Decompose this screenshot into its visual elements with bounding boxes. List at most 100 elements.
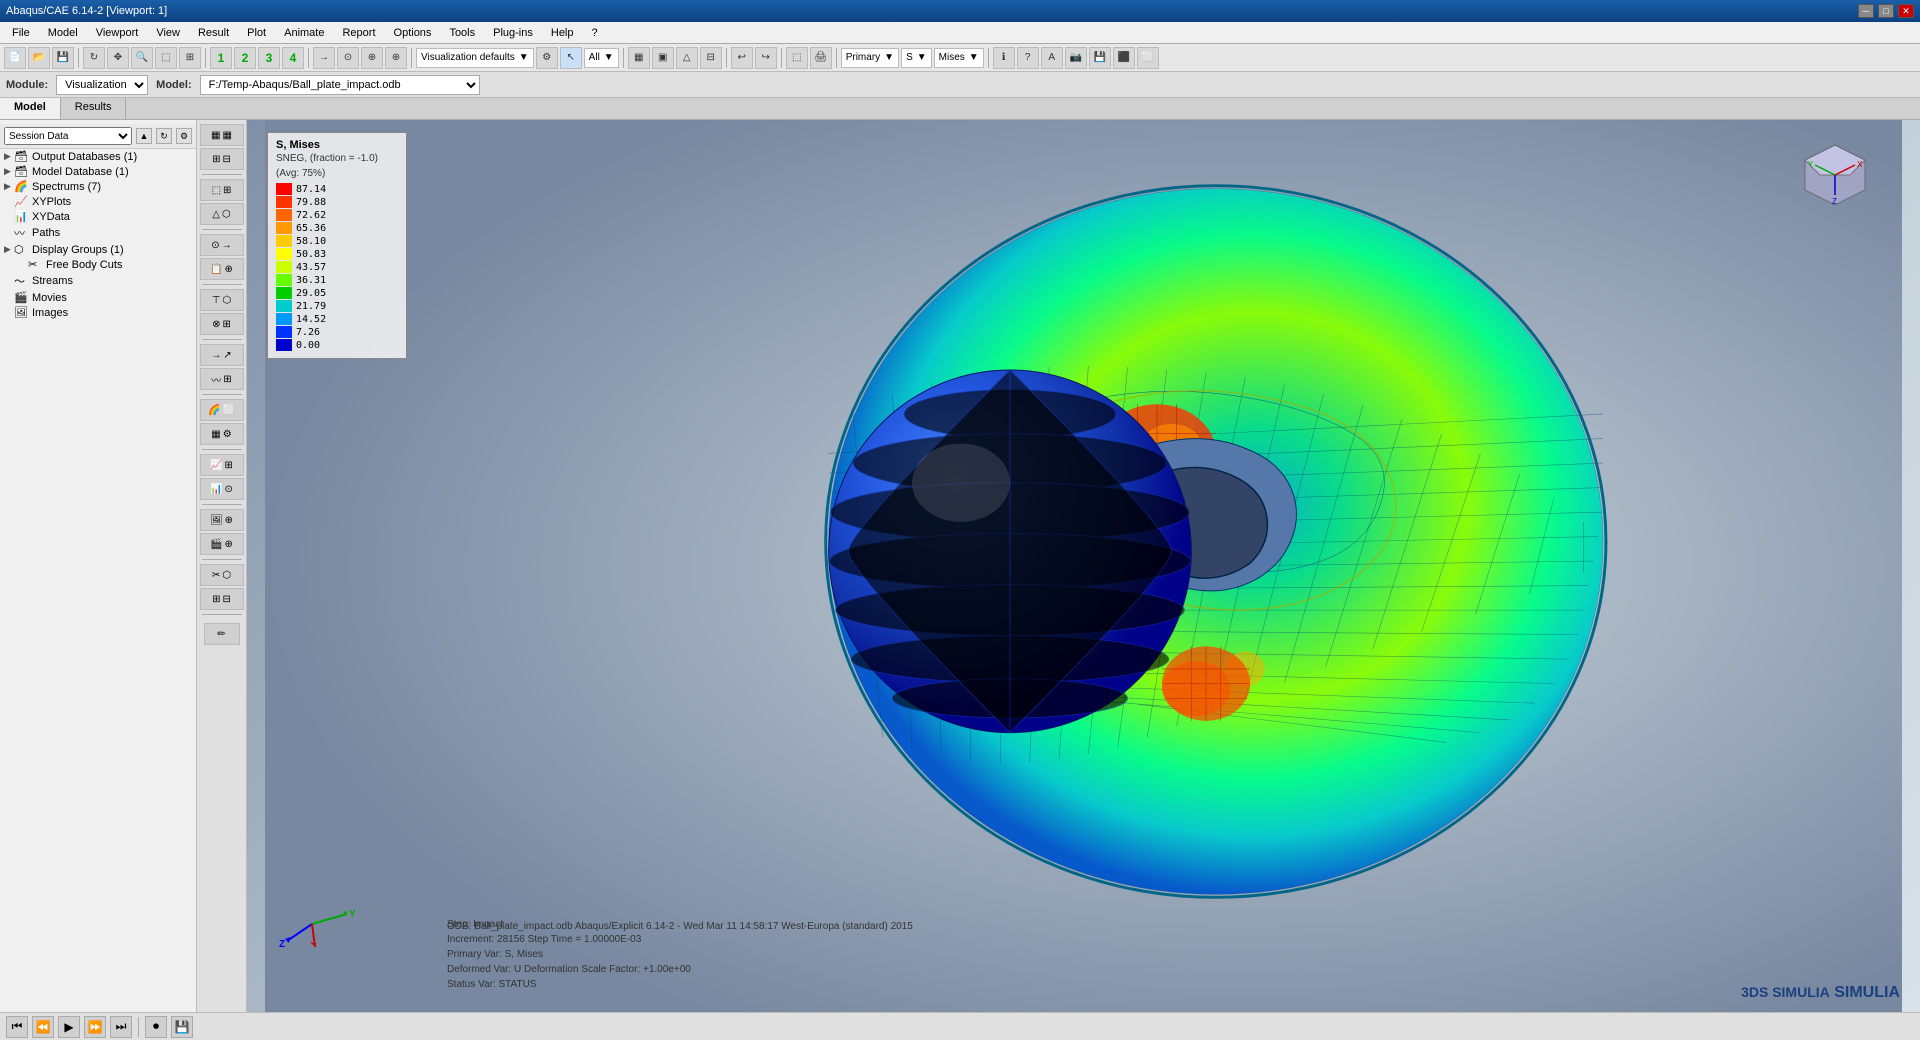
print-button[interactable]: 🖨: [810, 47, 832, 69]
tree-images[interactable]: 🖼 Images: [0, 305, 196, 320]
tree-spectrums[interactable]: ▶ 🌈 Spectrums (7): [0, 179, 196, 194]
deformed-button2[interactable]: △⬡: [200, 203, 244, 225]
query-button2[interactable]: 📋⊕: [200, 258, 244, 280]
menu-report[interactable]: Report: [334, 25, 383, 41]
contour1-button[interactable]: ▦: [628, 47, 650, 69]
menu-help[interactable]: Help: [543, 25, 582, 41]
path-button[interactable]: 〰⊞: [200, 368, 244, 390]
zoom-box-button[interactable]: ⬚: [155, 47, 177, 69]
minimize-button[interactable]: ─: [1858, 4, 1874, 18]
query-button[interactable]: ?: [1017, 47, 1039, 69]
visualization-defaults-dropdown[interactable]: Visualization defaults ▼: [416, 48, 534, 68]
icon-btn2[interactable]: ⬜: [1137, 47, 1159, 69]
mesh-plot-button[interactable]: ⬚⊞: [200, 179, 244, 201]
menu-result[interactable]: Result: [190, 25, 237, 41]
tree-display-groups[interactable]: ▶ ⬡ Display Groups (1): [0, 242, 196, 257]
all-dropdown[interactable]: All ▼: [584, 48, 619, 68]
maximize-button[interactable]: □: [1878, 4, 1894, 18]
tree-xyplots[interactable]: 📈 XYPlots: [0, 194, 196, 209]
viewport-btn[interactable]: ⬚: [786, 47, 808, 69]
cursor-button[interactable]: ↖: [560, 47, 582, 69]
play-forward-button[interactable]: ⏩: [84, 1016, 106, 1038]
save-image-button[interactable]: 📷: [1065, 47, 1087, 69]
redo-button[interactable]: ↪: [755, 47, 777, 69]
primary-dropdown[interactable]: Primary ▼: [841, 48, 899, 68]
rotate-button[interactable]: ↻: [83, 47, 105, 69]
image-button[interactable]: 🖼⊕: [200, 509, 244, 531]
module-select[interactable]: Visualization: [56, 75, 148, 95]
display-options-button[interactable]: ⊙→: [200, 234, 244, 256]
annotation-button[interactable]: A: [1041, 47, 1063, 69]
tree-movies[interactable]: 🎬 Movies: [0, 290, 196, 305]
session-select[interactable]: Session Data: [4, 127, 132, 145]
tree-model-database[interactable]: ▶ 🗃 Model Database (1): [0, 164, 196, 179]
num4-button[interactable]: 4: [282, 47, 304, 69]
menu-view[interactable]: View: [148, 25, 188, 41]
menu-plot[interactable]: Plot: [239, 25, 274, 41]
menu-viewport[interactable]: Viewport: [88, 25, 147, 41]
contour-plot-button[interactable]: ▦▦: [200, 124, 244, 146]
save2-button[interactable]: 💾: [1089, 47, 1111, 69]
overlay-button[interactable]: ⊟: [700, 47, 722, 69]
session-refresh-button[interactable]: ↻: [156, 128, 172, 144]
settings-button[interactable]: ⚙: [536, 47, 558, 69]
play-start-button[interactable]: ⏮: [6, 1016, 28, 1038]
save-button[interactable]: 💾: [52, 47, 74, 69]
deformed-button[interactable]: △: [676, 47, 698, 69]
spectrum-button[interactable]: 🌈⬜: [200, 399, 244, 421]
open-button[interactable]: 📂: [28, 47, 50, 69]
contour-opts-button[interactable]: ▦⚙: [200, 423, 244, 445]
menu-model[interactable]: Model: [40, 25, 86, 41]
menu-file[interactable]: File: [4, 25, 38, 41]
undo-button[interactable]: ↩: [731, 47, 753, 69]
select-button[interactable]: ⊕: [361, 47, 383, 69]
freecut-opts-button[interactable]: ⊞⊟: [200, 588, 244, 610]
freecut-button[interactable]: ✂⬡: [200, 564, 244, 586]
symbol-plot-button[interactable]: ⊞⊟: [200, 148, 244, 170]
session-up-button[interactable]: ▲: [136, 128, 152, 144]
menu-plugins[interactable]: Plug-ins: [485, 25, 541, 41]
fit-button[interactable]: ⊞: [179, 47, 201, 69]
menu-options[interactable]: Options: [386, 25, 440, 41]
tree-output-databases[interactable]: ▶ 🗃 Output Databases (1): [0, 149, 196, 164]
play-end-button[interactable]: ⏭: [110, 1016, 132, 1038]
pan-button[interactable]: ✥: [107, 47, 129, 69]
save-anim-button[interactable]: 💾: [171, 1016, 193, 1038]
tree-free-body-cuts[interactable]: ✂ Free Body Cuts: [14, 257, 196, 272]
menu-tools[interactable]: Tools: [441, 25, 483, 41]
movie-button[interactable]: 🎬⊕: [200, 533, 244, 555]
sensor-button[interactable]: ⊗⊞: [200, 313, 244, 335]
select2-button[interactable]: ⊕: [385, 47, 407, 69]
play-back-button[interactable]: ⏪: [32, 1016, 54, 1038]
new-button[interactable]: 📄: [4, 47, 26, 69]
num2-button[interactable]: 2: [234, 47, 256, 69]
tree-paths[interactable]: 〰 Paths: [0, 224, 196, 242]
arrow-right-button[interactable]: →: [313, 47, 335, 69]
tree-streams[interactable]: 〜 Streams: [0, 272, 196, 290]
zoom-button[interactable]: 🔍: [131, 47, 153, 69]
viewport[interactable]: S, Mises SNEG, (fraction = -1.0) (Avg: 7…: [247, 120, 1920, 1012]
info-button[interactable]: ℹ: [993, 47, 1015, 69]
session-settings-button[interactable]: ⚙: [176, 128, 192, 144]
icon-btn1[interactable]: ⬛: [1113, 47, 1135, 69]
tab-model[interactable]: Model: [0, 98, 61, 119]
tab-results[interactable]: Results: [61, 98, 127, 119]
model-select[interactable]: F:/Temp-Abaqus/Ball_plate_impact.odb: [200, 75, 480, 95]
tree-xydata[interactable]: 📊 XYData: [0, 209, 196, 224]
num3-button[interactable]: 3: [258, 47, 280, 69]
num1-button[interactable]: 1: [210, 47, 232, 69]
play-button[interactable]: ▶: [58, 1016, 80, 1038]
reset-view-button[interactable]: ⊙: [337, 47, 359, 69]
s-dropdown[interactable]: S ▼: [901, 48, 932, 68]
close-button[interactable]: ✕: [1898, 4, 1914, 18]
bc-button[interactable]: ⊤⬡: [200, 289, 244, 311]
xy-opts-button[interactable]: 📊⊙: [200, 478, 244, 500]
menu-question[interactable]: ?: [584, 25, 606, 41]
menu-animate[interactable]: Animate: [276, 25, 332, 41]
mises-dropdown[interactable]: Mises ▼: [934, 48, 984, 68]
record-button[interactable]: ⏺: [145, 1016, 167, 1038]
pencil-button[interactable]: ✏: [204, 623, 240, 645]
arrow-tool-button[interactable]: →↗: [200, 344, 244, 366]
xy-plot-button[interactable]: 📈⊞: [200, 454, 244, 476]
contour2-button[interactable]: ▣: [652, 47, 674, 69]
